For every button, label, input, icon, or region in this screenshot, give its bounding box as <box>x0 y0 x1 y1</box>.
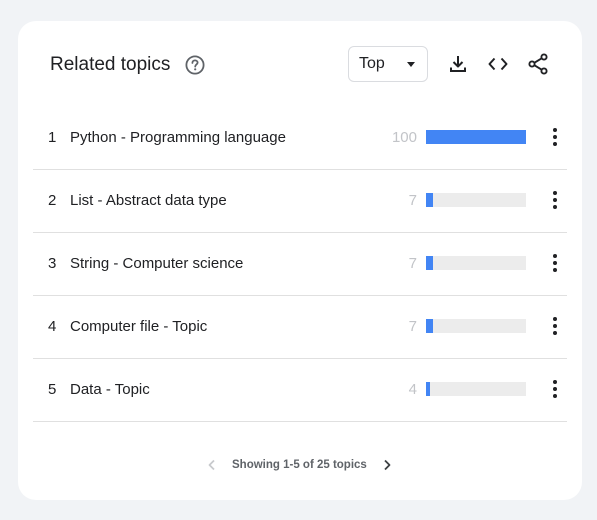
help-circle-icon[interactable] <box>185 55 205 75</box>
download-icon[interactable] <box>446 52 470 76</box>
pagination: Showing 1-5 of 25 topics <box>18 455 582 475</box>
more-vertical-icon[interactable] <box>545 252 565 274</box>
more-vertical-icon[interactable] <box>545 378 565 400</box>
item-rank: 2 <box>48 192 57 209</box>
value-bar-track <box>426 382 526 396</box>
item-name[interactable]: Python - Programming language <box>70 129 286 147</box>
pagination-label: Showing 1-5 of 25 topics <box>232 459 367 471</box>
list-item[interactable]: 1 Python - Programming language 100 <box>33 107 567 170</box>
chevron-left-icon[interactable] <box>205 458 219 472</box>
related-topics-card: Related topics Top 1 Python - Programmin… <box>18 21 582 500</box>
item-rank: 1 <box>48 129 57 146</box>
more-vertical-icon[interactable] <box>545 126 565 148</box>
dropdown-selected-value: Top <box>359 55 385 72</box>
more-vertical-icon[interactable] <box>545 189 565 211</box>
list-item[interactable]: 2 List - Abstract data type 7 <box>33 170 567 233</box>
list-item[interactable]: 4 Computer file - Topic 7 <box>33 296 567 359</box>
value-bar-fill <box>426 382 430 396</box>
list-item[interactable]: 5 Data - Topic 4 <box>33 359 567 422</box>
item-name[interactable]: List - Abstract data type <box>70 192 227 210</box>
value-bar-fill <box>426 130 526 144</box>
card-header: Related topics Top <box>18 21 582 111</box>
item-value: 7 <box>408 318 417 335</box>
item-value: 7 <box>408 255 417 272</box>
item-rank: 5 <box>48 381 57 398</box>
embed-code-icon[interactable] <box>486 52 510 76</box>
item-rank: 4 <box>48 318 57 335</box>
item-name[interactable]: Computer file - Topic <box>70 318 207 336</box>
value-bar-track <box>426 193 526 207</box>
chevron-right-icon[interactable] <box>380 458 394 472</box>
dropdown-caret-icon <box>407 62 415 67</box>
value-bar-track <box>426 130 526 144</box>
value-bar-track <box>426 256 526 270</box>
value-bar-track <box>426 319 526 333</box>
item-name[interactable]: Data - Topic <box>70 381 150 399</box>
topics-list: 1 Python - Programming language 100 2 List -… <box>33 107 567 422</box>
list-item[interactable]: 3 String - Computer science 7 <box>33 233 567 296</box>
item-value: 100 <box>391 129 417 146</box>
more-vertical-icon[interactable] <box>545 315 565 337</box>
item-name[interactable]: String - Computer science <box>70 255 243 273</box>
item-value: 7 <box>408 192 417 209</box>
item-rank: 3 <box>48 255 57 272</box>
metric-dropdown[interactable]: Top <box>348 46 428 82</box>
share-icon[interactable] <box>526 52 550 76</box>
card-title: Related topics <box>50 54 171 75</box>
item-value: 4 <box>408 381 417 398</box>
value-bar-fill <box>426 319 433 333</box>
value-bar-fill <box>426 193 433 207</box>
value-bar-fill <box>426 256 433 270</box>
